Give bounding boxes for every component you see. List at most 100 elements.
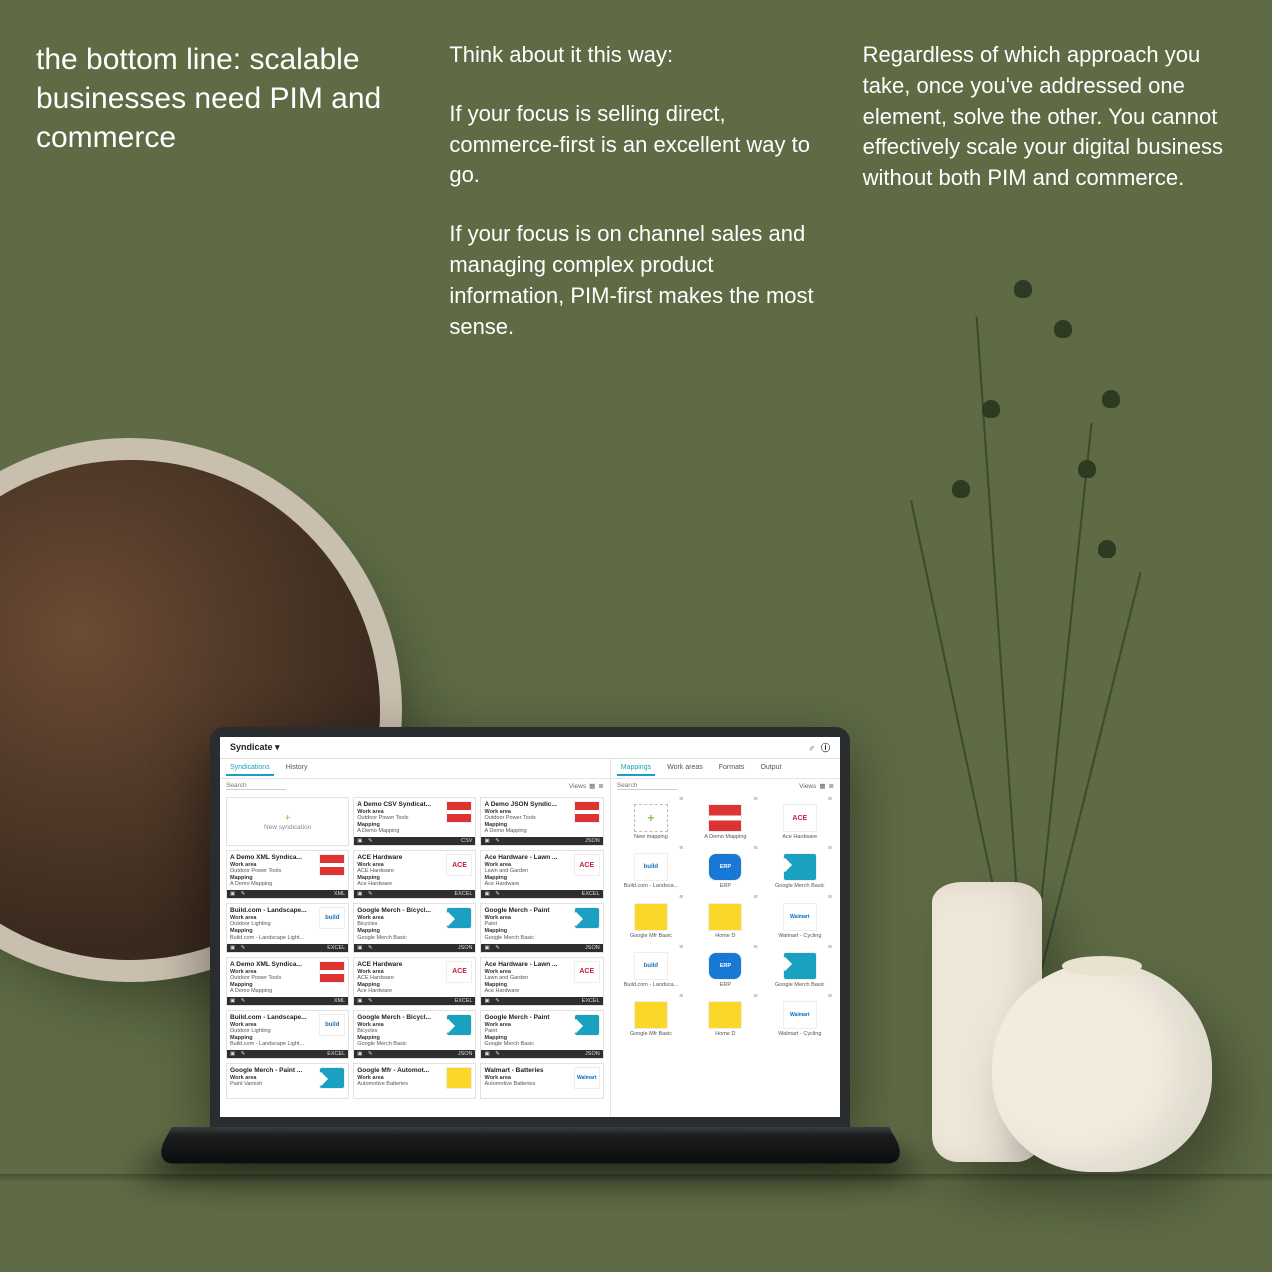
gender-icon[interactable]: ♂: [808, 743, 815, 753]
card-action-icons[interactable]: ▣ ✎: [484, 998, 501, 1004]
tile-menu-icon[interactable]: ≡: [828, 995, 832, 999]
new-syndication-card[interactable]: + New syndication: [226, 797, 349, 846]
tile-thumb: [634, 1001, 668, 1029]
tile-menu-icon[interactable]: ≡: [753, 896, 757, 900]
tile-menu-icon[interactable]: ≡: [828, 847, 832, 851]
syndication-grid: + New syndication A Demo CSV Syndicat...…: [220, 793, 610, 1103]
tile-menu-icon[interactable]: ≡: [828, 946, 832, 950]
syndication-card[interactable]: ACE HardwareWork areaACE HardwareMapping…: [353, 850, 476, 899]
card-action-icons[interactable]: ▣ ✎: [357, 1051, 374, 1057]
card-action-icons[interactable]: ▣ ✎: [484, 945, 501, 951]
syndication-card[interactable]: Build.com - Landscape...Work areaOutdoor…: [226, 903, 349, 952]
tile-label: Home D: [691, 1031, 759, 1037]
mapping-tile[interactable]: ≡ERPERP: [691, 846, 759, 889]
tab-syndications[interactable]: Syndications: [226, 761, 274, 776]
syndication-card[interactable]: Google Merch - Bicycl...Work areaBicycle…: [353, 903, 476, 952]
card-action-icons[interactable]: ▣ ✎: [357, 998, 374, 1004]
mapping-tile[interactable]: ≡buildBuild.com - Landsca...: [617, 846, 685, 889]
views-switch[interactable]: Views ▦ ≣: [569, 782, 604, 790]
format-badge: JSON: [585, 838, 600, 844]
syndication-card[interactable]: Ace Hardware - Lawn ...Work areaLawn and…: [480, 850, 603, 899]
syndication-card[interactable]: Google Mfr - Automot...Work areaAutomoti…: [353, 1063, 476, 1099]
info-icon[interactable]: ⓘ: [821, 741, 830, 754]
app-title[interactable]: Syndicate ▾: [230, 742, 280, 753]
syndication-card[interactable]: Build.com - Landscape...Work areaOutdoor…: [226, 1010, 349, 1059]
tab-history[interactable]: History: [282, 761, 312, 776]
tab-formats[interactable]: Formats: [715, 761, 749, 776]
tile-label: Home D: [691, 933, 759, 939]
card-action-icons[interactable]: ▣ ✎: [230, 1051, 247, 1057]
card-action-icons[interactable]: ▣ ✎: [357, 945, 374, 951]
tile-menu-icon[interactable]: ≡: [828, 798, 832, 802]
search-input[interactable]: [226, 782, 286, 790]
tab-output[interactable]: Output: [756, 761, 785, 776]
syndication-card[interactable]: Walmart - BatteriesWork areaAutomotive B…: [480, 1063, 603, 1099]
syndication-card[interactable]: Google Merch - Bicycl...Work areaBicycle…: [353, 1010, 476, 1059]
syndication-card[interactable]: Ace Hardware - Lawn ...Work areaLawn and…: [480, 957, 603, 1006]
syndication-card[interactable]: A Demo JSON Syndic...Work areaOutdoor Po…: [480, 797, 603, 846]
mapping-tile[interactable]: ≡Google Merch Basic: [766, 945, 834, 988]
syndication-card[interactable]: Google Merch - PaintWork areaPaintMappin…: [480, 1010, 603, 1059]
card-action-icons[interactable]: ▣ ✎: [484, 838, 501, 844]
tile-thumb: [634, 903, 668, 931]
tile-menu-icon[interactable]: ≡: [828, 896, 832, 900]
card-thumb: [574, 907, 600, 929]
new-mapping-tile[interactable]: ≡ + New mapping: [617, 797, 685, 840]
card-action-icons[interactable]: ▣ ✎: [357, 838, 374, 844]
syndication-card[interactable]: ACE HardwareWork areaACE HardwareMapping…: [353, 957, 476, 1006]
format-badge: JSON: [458, 1051, 473, 1057]
syndication-card[interactable]: A Demo CSV Syndicat...Work areaOutdoor P…: [353, 797, 476, 846]
tile-thumb: [708, 1001, 742, 1029]
mapping-tile[interactable]: ≡ A Demo Mapping: [691, 797, 759, 840]
mapping-tile[interactable]: ≡ Home D: [691, 994, 759, 1037]
tile-menu-icon[interactable]: ≡: [753, 847, 757, 851]
card-action-icons[interactable]: ▣ ✎: [357, 891, 374, 897]
tile-menu-icon[interactable]: ≡: [679, 896, 683, 900]
laptop-keyboard: [151, 1127, 909, 1163]
format-badge: JSON: [585, 1051, 600, 1057]
syndication-card[interactable]: Google Merch - PaintWork areaPaintMappin…: [480, 903, 603, 952]
format-badge: CSV: [461, 838, 472, 844]
tile-menu-icon[interactable]: ≡: [753, 995, 757, 999]
card-action-icons[interactable]: ▣ ✎: [230, 891, 247, 897]
tile-menu-icon[interactable]: ≡: [679, 995, 683, 999]
format-badge: EXCEL: [582, 998, 600, 1004]
search-input-right[interactable]: [617, 782, 677, 790]
mapping-tile[interactable]: ≡buildBuild.com - Landsca...: [617, 945, 685, 988]
mapping-tile[interactable]: ≡WalmartWalmart - Cycling: [766, 994, 834, 1037]
tab-workareas[interactable]: Work areas: [663, 761, 707, 776]
tile-menu-icon[interactable]: ≡: [753, 798, 757, 802]
tile-menu-icon[interactable]: ≡: [679, 847, 683, 851]
tile-thumb: ACE: [783, 804, 817, 832]
card-action-icons[interactable]: ▣ ✎: [230, 998, 247, 1004]
mapping-tile[interactable]: ≡ACEAce Hardware: [766, 797, 834, 840]
views-switch-right[interactable]: Views ▦ ≣: [799, 782, 834, 790]
syndication-card[interactable]: A Demo XML Syndica...Work areaOutdoor Po…: [226, 957, 349, 1006]
tile-label: Google Mfr Basic: [617, 933, 685, 939]
grid-icon: ▦: [589, 782, 595, 790]
tile-label: A Demo Mapping: [691, 834, 759, 840]
grid-icon: ▦: [819, 782, 825, 790]
tile-thumb: Walmart: [783, 1001, 817, 1029]
format-badge: XML: [334, 891, 345, 897]
card-action-icons[interactable]: ▣ ✎: [230, 945, 247, 951]
right-pane: Mappings Work areas Formats Output Views…: [611, 759, 840, 1117]
syndication-card[interactable]: A Demo XML Syndica...Work areaOutdoor Po…: [226, 850, 349, 899]
syndication-card[interactable]: Google Merch - Paint ...Work areaPaint V…: [226, 1063, 349, 1099]
para-direct: If your focus is selling direct, commerc…: [449, 99, 822, 191]
card-action-icons[interactable]: ▣ ✎: [484, 891, 501, 897]
mapping-tile[interactable]: ≡ Google Mfr Basic: [617, 895, 685, 938]
mapping-tile[interactable]: ≡Google Mfr Basic: [617, 994, 685, 1037]
tile-menu-icon[interactable]: ≡: [753, 946, 757, 950]
heading-col: the bottom line: scalable businesses nee…: [36, 40, 409, 342]
card-thumb: ACE: [446, 961, 472, 983]
tab-mappings[interactable]: Mappings: [617, 761, 655, 776]
card-action-icons[interactable]: ▣ ✎: [484, 1051, 501, 1057]
card-thumb: [446, 801, 472, 823]
card-thumb: build: [319, 907, 345, 929]
mapping-tile[interactable]: ≡ERPERP: [691, 945, 759, 988]
tile-menu-icon[interactable]: ≡: [679, 946, 683, 950]
mapping-tile[interactable]: ≡ Home D: [691, 895, 759, 938]
mapping-tile[interactable]: ≡Google Merch Basic: [766, 846, 834, 889]
mapping-tile[interactable]: ≡WalmartWalmart - Cycling: [766, 895, 834, 938]
